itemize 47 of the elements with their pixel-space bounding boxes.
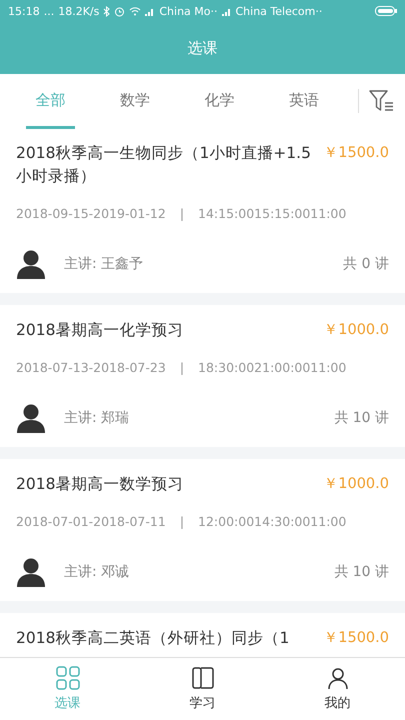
course-price: ￥1000.0: [323, 475, 389, 494]
course-title[interactable]: 2018暑期高一化学预习: [16, 319, 314, 342]
status-dots: ...: [44, 4, 54, 18]
book-icon: [190, 666, 214, 690]
lesson-count: 共 10 讲: [334, 563, 389, 581]
course-price: ￥1500.0: [323, 144, 389, 163]
filter-icon[interactable]: [369, 90, 395, 112]
network-speed: 18.2K/s: [58, 4, 100, 18]
teacher-name: 主讲: 王鑫予: [64, 255, 144, 273]
meta-separator: |: [180, 206, 184, 221]
signal-icon: [222, 6, 232, 16]
meta-separator: |: [180, 360, 184, 375]
page-title: 选课: [188, 38, 218, 58]
teacher-name: 主讲: 邓诚: [64, 563, 130, 581]
course-times: 18:30:0021:00:0011:00: [198, 360, 346, 375]
avatar-icon: [16, 557, 46, 587]
course-times: 12:00:0014:30:0011:00: [198, 514, 346, 529]
lesson-count: 共 10 讲: [334, 409, 389, 427]
nav-tab[interactable]: 我的: [270, 658, 405, 720]
alarm-icon: [114, 6, 126, 16]
avatar-icon: [16, 249, 46, 279]
subject-tab[interactable]: 数学: [92, 74, 177, 128]
grid-icon: [56, 666, 80, 690]
subject-tab[interactable]: 化学: [177, 74, 262, 128]
course-title[interactable]: 2018暑期高一数学预习: [16, 473, 314, 496]
course-price: ￥1000.0: [323, 321, 389, 340]
course-times: 14:15:0015:15:0011:00: [198, 206, 346, 221]
course-title[interactable]: 2018秋季高二英语（外研社）同步（1: [16, 627, 314, 650]
signal-icon: [145, 6, 156, 16]
nav-tab[interactable]: 学习: [135, 658, 270, 720]
lesson-count: 共 0 讲: [343, 255, 389, 273]
course-dates: 2018-07-13-2018-07-23: [16, 360, 166, 375]
course-dates: 2018-09-15-2019-01-12: [16, 206, 166, 221]
course-price: ￥1500.0: [323, 629, 389, 648]
bluetooth-icon: [103, 6, 110, 16]
carrier-name: China Telecom··: [236, 4, 322, 18]
wifi-icon: [129, 6, 142, 16]
subject-tab[interactable]: 英语: [262, 74, 346, 128]
teacher-name: 主讲: 郑瑞: [64, 409, 130, 427]
course-title[interactable]: 2018秋季高一生物同步（1小时直播+1.5小时录播）: [16, 142, 314, 188]
carrier-name: China Mo··: [159, 4, 218, 18]
person-icon: [326, 666, 350, 690]
course-dates: 2018-07-01-2018-07-11: [16, 514, 166, 529]
meta-separator: |: [180, 514, 184, 529]
avatar-icon: [16, 403, 46, 433]
battery-icon: [375, 6, 397, 16]
status-time: 15:18: [8, 4, 40, 18]
